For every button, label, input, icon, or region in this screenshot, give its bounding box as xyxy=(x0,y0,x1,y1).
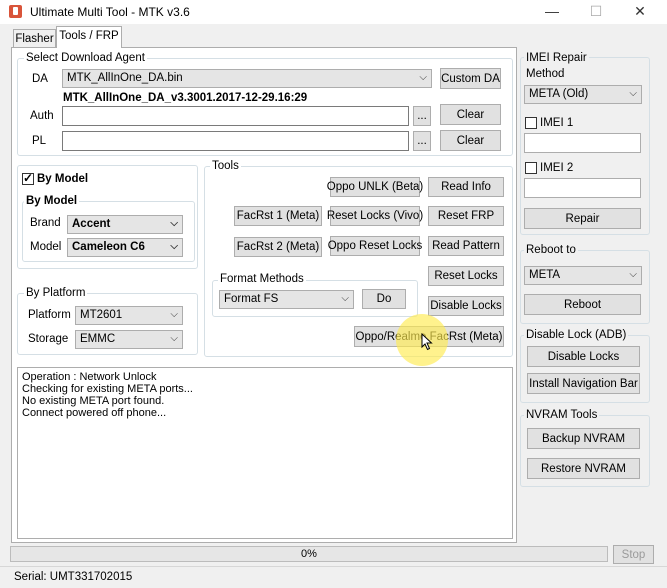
custom-da-button[interactable]: Custom DA xyxy=(440,68,501,89)
chevron-down-icon: ⌵ xyxy=(341,293,349,304)
storage-select[interactable]: EMMC ⌵ xyxy=(75,330,183,349)
storage-label: Storage xyxy=(28,333,69,345)
maximize-button[interactable]: ☐ xyxy=(574,0,618,24)
progress-bar: 0% xyxy=(10,546,608,562)
reboot-mode-value: META xyxy=(529,269,561,281)
chevron-down-icon: ⌵ xyxy=(170,333,178,344)
auth-input[interactable] xyxy=(62,106,409,126)
platform-select-value: MT2601 xyxy=(80,309,123,321)
by-model-title: By Model xyxy=(24,195,80,207)
nvram-tools-title: NVRAM Tools xyxy=(524,409,600,421)
tab-flasher[interactable]: Flasher xyxy=(13,29,56,47)
chevron-down-icon: ⌵ xyxy=(170,309,178,320)
brand-select[interactable]: Accent ⌵ xyxy=(67,215,183,234)
imei1-input[interactable] xyxy=(524,133,641,153)
imei-method-select[interactable]: META (Old) ⌵ xyxy=(524,85,642,104)
pl-label: PL xyxy=(32,135,47,147)
log-line: Checking for existing META ports... xyxy=(22,383,193,395)
pl-clear-button[interactable]: Clear xyxy=(440,130,501,151)
auth-label: Auth xyxy=(30,110,54,122)
imei2-input[interactable] xyxy=(524,178,641,198)
by-platform-title: By Platform xyxy=(24,287,88,299)
brand-label: Brand xyxy=(30,217,61,229)
imei-repair-button[interactable]: Repair xyxy=(524,208,641,229)
imei1-label: IMEI 1 xyxy=(540,117,574,129)
read-info-button[interactable]: Read Info xyxy=(428,177,504,197)
chevron-down-icon: ⌵ xyxy=(629,88,637,99)
pl-input[interactable] xyxy=(62,131,409,151)
backup-nvram-button[interactable]: Backup NVRAM xyxy=(527,428,640,449)
format-methods-title: Format Methods xyxy=(218,273,306,285)
app-icon xyxy=(9,5,22,18)
platform-select[interactable]: MT2601 ⌵ xyxy=(75,306,183,325)
imei2-checkbox[interactable] xyxy=(525,162,537,174)
disable-lock-adb-title: Disable Lock (ADB) xyxy=(524,329,629,341)
brand-select-value: Accent xyxy=(72,218,111,230)
model-select-value: Cameleon C6 xyxy=(72,241,145,253)
tab-tools-frp[interactable]: Tools / FRP xyxy=(56,26,122,48)
read-pattern-button[interactable]: Read Pattern xyxy=(428,236,504,256)
imei-method-label: Method xyxy=(526,68,565,80)
format-method-value: Format FS xyxy=(224,293,279,305)
chevron-down-icon: ⌵ xyxy=(419,72,427,83)
da-select-value: MTK_AllInOne_DA.bin xyxy=(67,72,183,84)
reset-locks-button[interactable]: Reset Locks xyxy=(428,266,504,286)
by-model-checkbox[interactable] xyxy=(22,171,34,185)
by-model-checkbox-label: By Model xyxy=(37,173,89,185)
install-navigation-bar-button[interactable]: Install Navigation Bar xyxy=(527,373,640,394)
auth-browse-button[interactable]: ... xyxy=(413,106,431,126)
close-button[interactable]: ✕ xyxy=(618,0,662,24)
oppo-reset-locks-button[interactable]: Oppo Reset Locks xyxy=(328,236,422,256)
reset-frp-button[interactable]: Reset FRP xyxy=(428,206,504,226)
model-select[interactable]: Cameleon C6 ⌵ xyxy=(67,238,183,257)
log-line: Connect powered off phone... xyxy=(22,407,167,419)
progress-text: 0% xyxy=(301,548,317,560)
imei-repair-title: IMEI Repair xyxy=(524,52,589,64)
mouse-pointer-icon xyxy=(421,332,433,354)
minimize-button[interactable]: — xyxy=(530,0,574,24)
auth-clear-button[interactable]: Clear xyxy=(440,104,501,125)
facrst2-meta-button[interactable]: FacRst 2 (Meta) xyxy=(234,237,322,257)
stop-button[interactable]: Stop xyxy=(613,545,654,564)
da-select[interactable]: MTK_AllInOne_DA.bin ⌵ xyxy=(62,69,432,88)
download-agent-title: Select Download Agent xyxy=(24,52,147,64)
platform-label: Platform xyxy=(28,309,71,321)
format-method-select[interactable]: Format FS ⌵ xyxy=(219,290,354,309)
restore-nvram-button[interactable]: Restore NVRAM xyxy=(527,458,640,479)
reboot-button[interactable]: Reboot xyxy=(524,294,641,315)
model-label: Model xyxy=(30,241,62,253)
tools-title: Tools xyxy=(210,160,241,172)
oppo-unlk-button[interactable]: Oppo UNLK (Beta) xyxy=(327,177,423,197)
storage-select-value: EMMC xyxy=(80,333,116,345)
chevron-down-icon: ⌵ xyxy=(170,218,178,229)
reboot-title: Reboot to xyxy=(524,244,578,256)
log-line: No existing META port found. xyxy=(22,395,165,407)
window-title: Ultimate Multi Tool - MTK v3.6 xyxy=(30,5,190,19)
reset-locks-vivo-button[interactable]: Reset Locks (Vivo) xyxy=(327,206,423,226)
disable-locks-button[interactable]: Disable Locks xyxy=(428,296,504,316)
da-version-text: MTK_AllInOne_DA_v3.3001.2017-12-29.16:29 xyxy=(63,92,308,104)
serial-status-text: Serial: UMT331702015 xyxy=(14,571,133,583)
format-do-button[interactable]: Do xyxy=(362,289,406,309)
chevron-down-icon: ⌵ xyxy=(170,241,178,252)
facrst1-meta-button[interactable]: FacRst 1 (Meta) xyxy=(234,206,322,226)
pl-browse-button[interactable]: ... xyxy=(413,131,431,151)
imei-method-value: META (Old) xyxy=(529,88,589,100)
log-output[interactable]: Operation : Network Unlock Checking for … xyxy=(17,367,513,539)
reboot-mode-select[interactable]: META ⌵ xyxy=(524,266,642,285)
adb-disable-locks-button[interactable]: Disable Locks xyxy=(527,346,640,367)
da-label: DA xyxy=(32,73,48,85)
chevron-down-icon: ⌵ xyxy=(629,269,637,280)
imei2-label: IMEI 2 xyxy=(540,162,574,174)
log-line: Operation : Network Unlock xyxy=(22,371,157,383)
imei1-checkbox[interactable] xyxy=(525,117,537,129)
